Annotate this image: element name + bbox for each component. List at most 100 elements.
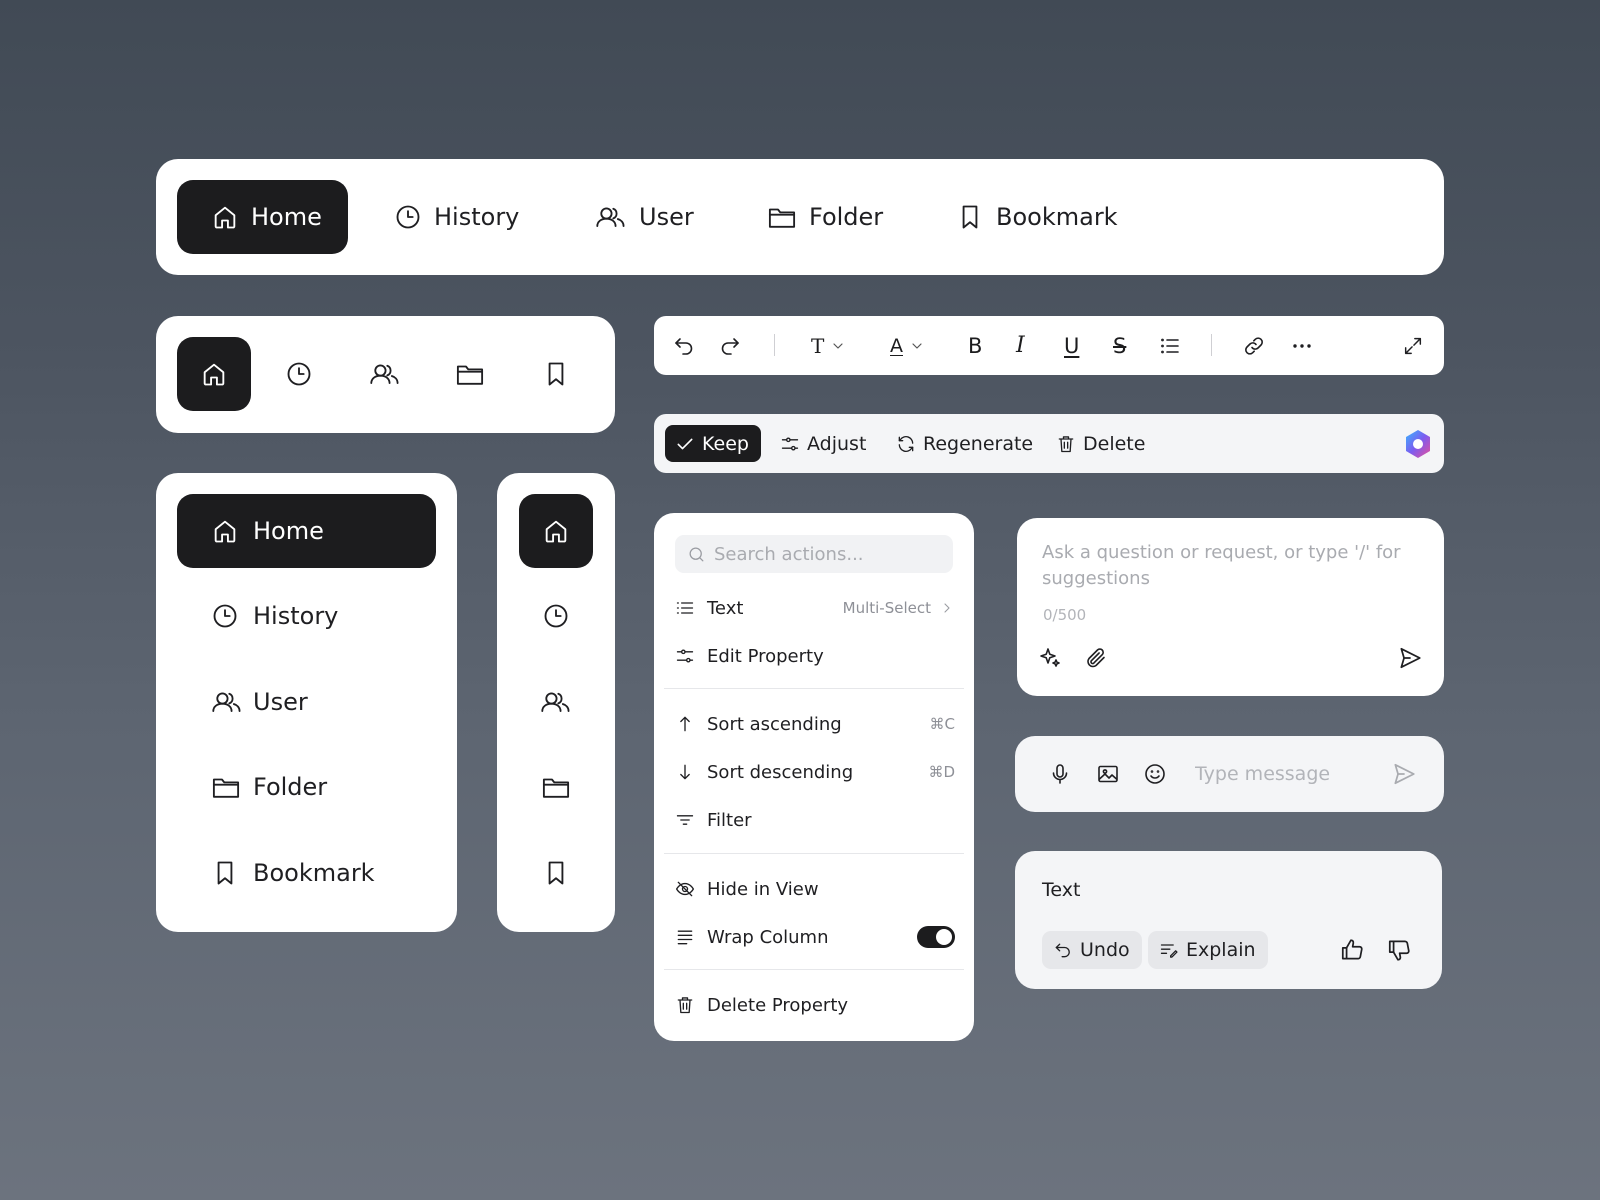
menu-item-meta: Multi-Select — [843, 599, 955, 617]
nav-item-history[interactable]: History — [394, 180, 519, 254]
search-box — [675, 535, 953, 573]
bold-button[interactable]: B — [968, 316, 982, 375]
more-button[interactable] — [1290, 316, 1314, 375]
menu-item-delete-property[interactable]: Delete Property — [675, 985, 955, 1025]
icon-nav-folder[interactable] — [519, 750, 593, 824]
nav-item-history[interactable]: History — [177, 579, 436, 653]
redo-button[interactable] — [718, 316, 742, 375]
wrap-column-toggle[interactable] — [917, 926, 955, 948]
clock-icon — [544, 604, 568, 628]
chevron-right-icon — [944, 603, 950, 613]
nav-item-label: Home — [253, 517, 324, 545]
font-color-dropdown[interactable]: A — [890, 316, 925, 375]
nav-item-bookmark[interactable]: Bookmark — [956, 180, 1118, 254]
italic-icon: I — [1016, 333, 1025, 358]
icon-nav-home[interactable] — [177, 337, 251, 411]
menu-item-label: Delete Property — [707, 994, 849, 1016]
strikethrough-button[interactable]: S — [1113, 316, 1126, 375]
explain-button[interactable]: Explain — [1148, 931, 1268, 969]
folder-icon — [456, 365, 484, 385]
link-icon — [1245, 336, 1263, 355]
redo-icon — [721, 337, 739, 355]
send-button[interactable] — [1388, 758, 1420, 790]
text-style-icon: T — [811, 333, 825, 358]
sparkle-button[interactable] — [1034, 642, 1066, 674]
attach-button[interactable] — [1080, 642, 1112, 674]
icon-nav-bookmark[interactable] — [519, 836, 593, 910]
icon-nav-history[interactable] — [262, 337, 336, 411]
menu-item-label: Wrap Column — [707, 926, 829, 948]
underline-button[interactable]: U — [1064, 316, 1079, 375]
list-button[interactable] — [1158, 316, 1182, 375]
explain-label: Explain — [1186, 939, 1256, 961]
delete-button[interactable]: Delete — [1046, 425, 1157, 462]
send-icon — [1400, 647, 1421, 669]
sliders-icon — [676, 649, 694, 663]
menu-item-hide-in-view[interactable]: Hide in View — [675, 869, 955, 909]
italic-button[interactable]: I — [1016, 316, 1025, 375]
horizontal-nav: Home History User Folder Bookmark — [156, 159, 1444, 275]
text-style-dropdown[interactable]: T — [811, 316, 846, 375]
nav-item-bookmark[interactable]: Bookmark — [177, 836, 436, 910]
vertical-icon-nav — [497, 473, 615, 932]
nav-item-label: Folder — [809, 203, 884, 231]
icon-nav-home[interactable] — [519, 494, 593, 568]
undo-button[interactable]: Undo — [1042, 931, 1142, 969]
thumbs-up-icon — [1341, 939, 1363, 960]
copilot-logo-icon — [1406, 430, 1430, 458]
field-type-label: Multi-Select — [842, 599, 931, 617]
icon-nav-user[interactable] — [348, 337, 422, 411]
menu-item-sort-descending[interactable]: Sort descending ⌘D — [675, 752, 955, 792]
message-input[interactable] — [1195, 758, 1385, 790]
users-icon — [212, 692, 241, 713]
image-button[interactable] — [1092, 758, 1124, 790]
menu-divider — [664, 853, 964, 854]
microphone-button[interactable] — [1044, 758, 1076, 790]
users-icon — [541, 692, 570, 713]
menu-item-filter[interactable]: Filter — [675, 800, 955, 840]
home-icon — [214, 206, 236, 229]
trash-icon — [1058, 435, 1074, 452]
chevron-down-icon — [912, 342, 922, 349]
undo-button[interactable] — [672, 316, 696, 375]
folder-icon — [212, 778, 240, 798]
menu-item-text[interactable]: Text Multi-Select — [675, 588, 955, 628]
menu-item-edit-property[interactable]: Edit Property — [675, 636, 955, 676]
undo-icon — [1055, 943, 1070, 958]
nav-item-user[interactable]: User — [595, 180, 694, 254]
more-icon — [1293, 343, 1311, 348]
menu-item-sort-ascending[interactable]: Sort ascending ⌘C — [675, 704, 955, 744]
ai-response-card: Text Undo Explain — [1015, 851, 1442, 989]
icon-nav-bookmark[interactable] — [519, 337, 593, 411]
nav-item-folder[interactable]: Folder — [177, 750, 436, 824]
clock-icon — [287, 362, 311, 386]
adjust-button[interactable]: Adjust — [770, 425, 878, 462]
nav-item-home[interactable]: Home — [177, 494, 436, 568]
thumbs-up-button[interactable] — [1336, 934, 1368, 966]
users-icon — [596, 207, 625, 228]
keep-button[interactable]: Keep — [665, 425, 761, 462]
nav-item-label: Bookmark — [996, 203, 1118, 231]
link-button[interactable] — [1242, 316, 1266, 375]
ai-prompt-box: 0/500 — [1017, 518, 1444, 696]
regenerate-label: Regenerate — [923, 432, 1034, 455]
icon-nav-history[interactable] — [519, 579, 593, 653]
nav-item-folder[interactable]: Folder — [767, 180, 883, 254]
emoji-button[interactable] — [1139, 758, 1171, 790]
nav-item-home[interactable]: Home — [177, 180, 348, 254]
nav-item-user[interactable]: User — [177, 665, 436, 739]
expand-button[interactable] — [1402, 316, 1424, 375]
regenerate-button[interactable]: Regenerate — [886, 425, 1045, 462]
search-icon — [689, 547, 704, 561]
icon-nav-user[interactable] — [519, 665, 593, 739]
icon-nav-folder[interactable] — [433, 337, 507, 411]
menu-item-wrap-column[interactable]: Wrap Column — [675, 917, 955, 957]
list-icon — [1161, 338, 1179, 353]
search-input[interactable] — [714, 543, 944, 565]
thumbs-down-button[interactable] — [1383, 934, 1415, 966]
prompt-input[interactable] — [1042, 540, 1422, 594]
nav-item-label: History — [253, 602, 339, 630]
send-button[interactable] — [1394, 642, 1426, 674]
bookmark-icon — [217, 861, 233, 885]
paperclip-icon — [1087, 648, 1105, 668]
